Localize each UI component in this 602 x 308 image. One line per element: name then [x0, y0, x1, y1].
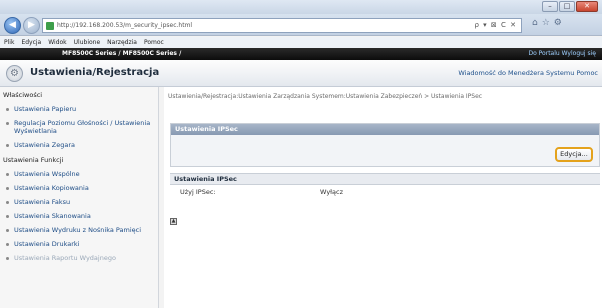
sidebar: Właściwości Ustawienia Papieru Regulacja… — [0, 87, 159, 308]
ipsec-settings-table: Ustawienia IPSec Użyj IPSec: Wyłącz — [170, 173, 600, 199]
device-bar: MF8500C Series / MF8500C Series / Do Por… — [0, 48, 602, 60]
header-links[interactable]: Wiadomość do Menedżera Systemu Pomoc — [458, 69, 598, 77]
page-icon — [46, 22, 54, 30]
settings-gear-icon: ⚙ — [6, 65, 23, 82]
back-button[interactable]: ◀ — [4, 17, 21, 34]
maximize-button[interactable]: □ — [559, 1, 575, 12]
menu-item-2[interactable]: Widok — [48, 39, 66, 46]
address-bar[interactable]: http://192.168.200.53/m_security_ipsec.h… — [42, 18, 522, 33]
subsection-title: Ustawienia IPSec — [170, 174, 600, 185]
breadcrumb: Ustawienia/Rejestracja:Ustawienia Zarząd… — [168, 93, 483, 100]
url-text: http://192.168.200.53/m_security_ipsec.h… — [57, 22, 193, 29]
sidebar-item-common[interactable]: Ustawienia Wspólne — [0, 167, 158, 181]
toolbar-icons[interactable]: ⌂☆⚙ — [532, 18, 566, 28]
table-row: Użyj IPSec: Wyłącz — [170, 185, 600, 199]
edit-button[interactable]: Edycja... — [555, 147, 593, 162]
menu-item-4[interactable]: Narzędzia — [107, 39, 137, 46]
app-header: ⚙ Ustawienia/Rejestracja Wiadomość do Me… — [0, 60, 602, 87]
address-row: ◀ ▶ http://192.168.200.53/m_security_ips… — [0, 14, 602, 36]
sidebar-item-volume-display[interactable]: Regulacja Poziomu Głośności / Ustawienia… — [0, 116, 158, 138]
ipsec-section: Ustawienia IPSec Edycja... — [170, 123, 600, 167]
tools-gear-icon[interactable]: ⚙ — [554, 18, 566, 28]
page-title: Ustawienia/Rejestracja — [30, 67, 160, 78]
sidebar-item-paper[interactable]: Ustawienia Papieru — [0, 102, 158, 116]
sidebar-item-scan[interactable]: Ustawienia Skanowania — [0, 209, 158, 223]
sidebar-item-clock[interactable]: Ustawienia Zegara — [0, 138, 158, 152]
back-to-top-icon[interactable]: ▲ — [170, 218, 177, 225]
sidebar-item-report[interactable]: Ustawienia Raportu Wydajnego — [0, 251, 158, 265]
window-controls: – □ ✕ — [542, 1, 598, 12]
home-icon[interactable]: ⌂ — [532, 18, 542, 28]
sidebar-group-functions: Ustawienia Funkcji — [3, 156, 64, 164]
menu-item-1[interactable]: Edycja — [21, 39, 41, 46]
forward-button[interactable]: ▶ — [23, 17, 40, 34]
sidebar-item-memory-media[interactable]: Ustawienia Wydruku z Nośnika Pamięci — [0, 223, 158, 237]
minimize-button[interactable]: – — [542, 1, 558, 12]
menu-bar: Plik Edycja Widok Ulubione Narzędzia Pomoc — [0, 37, 602, 48]
sidebar-item-copy[interactable]: Ustawienia Kopiowania — [0, 181, 158, 195]
use-ipsec-label: Użyj IPSec: — [180, 188, 216, 196]
favorites-icon[interactable]: ☆ — [542, 18, 554, 28]
sidebar-item-fax[interactable]: Ustawienia Faksu — [0, 195, 158, 209]
window-titlebar: – □ ✕ — [0, 0, 602, 14]
sidebar-item-printer[interactable]: Ustawienia Drukarki — [0, 237, 158, 251]
close-button[interactable]: ✕ — [576, 1, 598, 12]
main-content: Ustawienia/Rejestracja:Ustawienia Zarząd… — [164, 87, 602, 308]
device-name: MF8500C Series / MF8500C Series / — [62, 50, 182, 57]
address-tools[interactable]: ρ ▾ ⊠ C ✕ — [475, 19, 517, 32]
portal-logout-links[interactable]: Do Portalu Wyloguj się — [528, 48, 596, 60]
sidebar-group-properties: Właściwości — [3, 91, 43, 99]
section-title: Ustawienia IPSec — [171, 124, 599, 135]
use-ipsec-value: Wyłącz — [320, 188, 343, 196]
menu-item-0[interactable]: Plik — [4, 39, 14, 46]
menu-item-3[interactable]: Ulubione — [74, 39, 101, 46]
menu-item-5[interactable]: Pomoc — [144, 39, 164, 46]
